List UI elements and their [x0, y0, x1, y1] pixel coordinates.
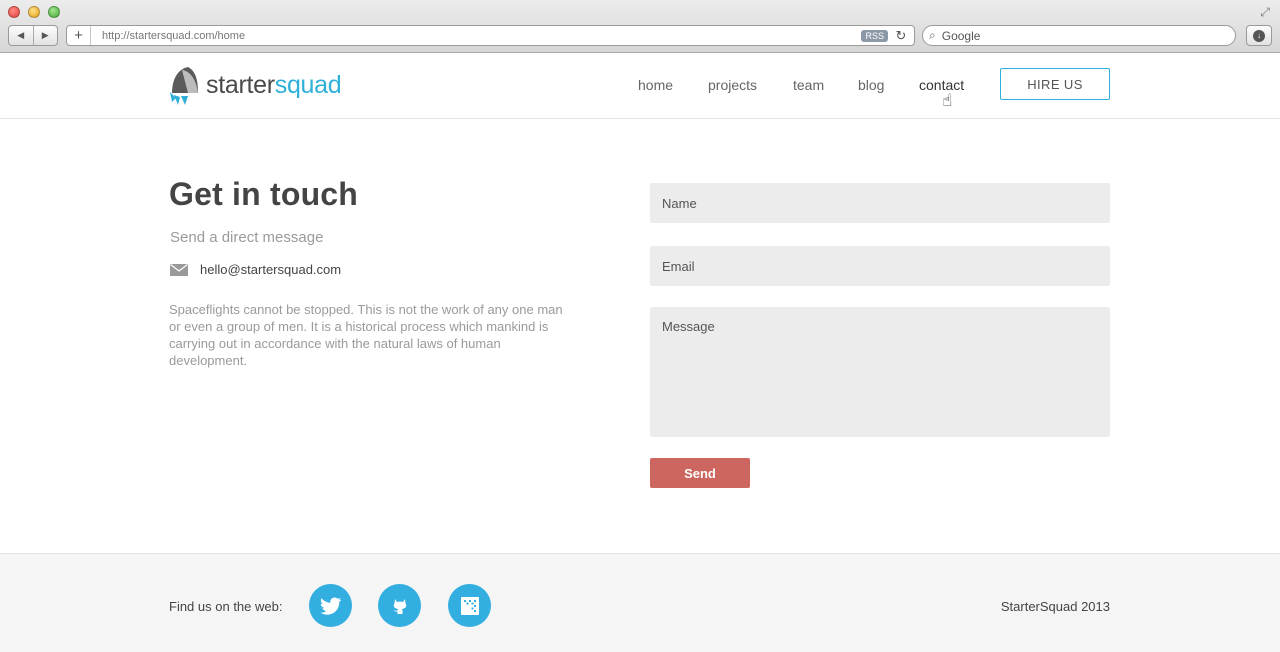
window-controls: [8, 6, 60, 18]
download-icon: ↓: [1253, 29, 1265, 42]
send-button[interactable]: Send: [650, 458, 750, 488]
hand-cursor-icon: ☝: [942, 91, 953, 110]
search-placeholder: Google: [941, 28, 981, 43]
back-button[interactable]: ◀: [9, 26, 34, 45]
contact-subtitle: Send a direct message: [170, 229, 324, 246]
dribbble-button[interactable]: [448, 584, 491, 627]
close-window-button[interactable]: [8, 6, 20, 18]
dribbble-icon: [460, 596, 479, 615]
message-field[interactable]: [650, 307, 1110, 437]
site-footer: Find us on the web: StarterSquad 2013: [0, 553, 1280, 652]
twitter-button[interactable]: [309, 584, 352, 627]
address-bar[interactable]: + http://startersquad.com/home RSS ↻: [66, 25, 915, 46]
nav-home[interactable]: home: [638, 77, 673, 93]
site-header: startersquad home projects team blog con…: [0, 53, 1280, 119]
github-button[interactable]: [378, 584, 421, 627]
reload-icon[interactable]: ↻: [894, 28, 908, 44]
footer-copyright: StarterSquad 2013: [1000, 599, 1110, 614]
envelope-icon: [170, 263, 188, 276]
downloads-button[interactable]: ↓: [1246, 25, 1272, 46]
add-bookmark-icon[interactable]: +: [67, 26, 91, 45]
rss-badge[interactable]: RSS: [861, 29, 888, 42]
page-title: Get in touch: [169, 176, 359, 212]
forward-button[interactable]: ▶: [34, 26, 58, 45]
nav-projects[interactable]: projects: [708, 77, 757, 93]
fullscreen-icon[interactable]: ⤢: [1258, 5, 1272, 19]
twitter-icon: [320, 597, 341, 615]
nav-blog[interactable]: blog: [858, 77, 884, 93]
browser-chrome: ⤢ ◀ ▶ + http://startersquad.com/home RSS…: [0, 0, 1280, 53]
url-text[interactable]: http://startersquad.com/home: [91, 30, 861, 42]
hire-us-button[interactable]: HIRE US: [1000, 68, 1110, 100]
contact-body-text: Spaceflights cannot be stopped. This is …: [169, 302, 563, 368]
email-field[interactable]: [650, 246, 1110, 286]
github-icon: [393, 598, 406, 614]
nav-team[interactable]: team: [793, 77, 824, 93]
zoom-window-button[interactable]: [48, 6, 60, 18]
email-row: hello@startersquad.com: [170, 262, 341, 277]
search-icon: ⌕: [929, 28, 936, 42]
minimize-window-button[interactable]: [28, 6, 40, 18]
history-nav: ◀ ▶: [8, 25, 58, 46]
browser-search-field[interactable]: ⌕ Google: [922, 25, 1236, 46]
email-link[interactable]: hello@startersquad.com: [200, 262, 341, 277]
name-field[interactable]: [650, 183, 1110, 223]
footer-find-label: Find us on the web:: [169, 599, 283, 614]
